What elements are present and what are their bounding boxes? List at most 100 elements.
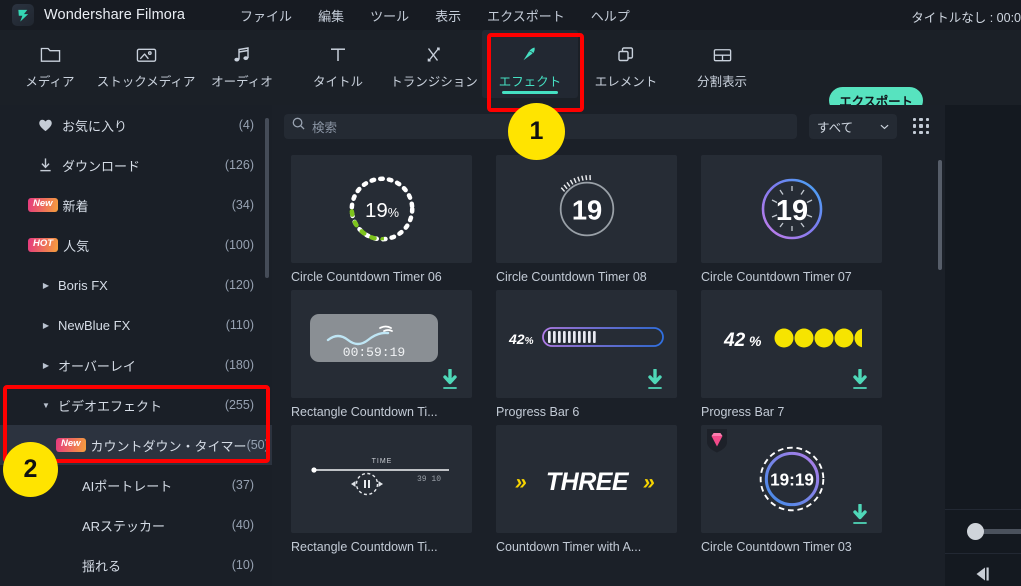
menu-export[interactable]: エクスポート <box>474 3 578 28</box>
effect-thumbnail[interactable]: » THREE » <box>496 425 677 533</box>
filter-dropdown[interactable]: すべて <box>809 113 897 139</box>
zoom-slider[interactable] <box>945 509 1021 553</box>
tab-transition[interactable]: トランジション <box>386 30 482 98</box>
tab-title[interactable]: タイトル <box>290 30 386 98</box>
sidebar-item-label: ビデオエフェクト <box>58 398 163 414</box>
effect-card[interactable]: 42 % Progress Bar 7 <box>701 290 882 419</box>
tab-effects[interactable]: エフェクト <box>482 30 578 98</box>
sidebar-item-label: NewBlue FX <box>58 317 131 333</box>
effect-thumbnail[interactable]: 00:59:19 <box>291 290 472 398</box>
sidebar-item-label: お気に入り <box>62 118 128 134</box>
sidebar-item-label: 新着 <box>62 198 89 214</box>
heart-icon <box>34 118 56 132</box>
sidebar-scrollbar[interactable] <box>265 118 269 278</box>
menu-file[interactable]: ファイル <box>227 3 305 28</box>
brand-name: Wondershare Filmora <box>44 7 186 23</box>
hot-badge: HOT <box>28 238 59 252</box>
effect-card[interactable]: 19 Circle Countdown Timer 07 <box>701 155 882 284</box>
tab-split-screen[interactable]: 分割表示 <box>674 30 770 98</box>
sidebar-item-newblue-fx[interactable]: ▶ NewBlue FX (110) <box>0 305 272 345</box>
sidebar-item-count: (34) <box>231 198 254 212</box>
tab-elements[interactable]: エレメント <box>578 30 674 98</box>
effect-thumbnail[interactable]: 42% <box>496 290 677 398</box>
menu-bar: ファイル 編集 ツール 表示 エクスポート ヘルプ <box>227 3 643 28</box>
search-placeholder: 検索 <box>312 120 338 135</box>
sidebar-item-label: ダウンロード <box>62 158 141 174</box>
elements-layers-icon <box>616 44 636 66</box>
tab-media[interactable]: メディア <box>2 30 98 98</box>
menu-help[interactable]: ヘルプ <box>578 3 643 28</box>
sidebar-item-ar-sticker[interactable]: ARステッカー (40) <box>0 505 272 545</box>
download-arrow-icon[interactable] <box>440 368 460 391</box>
svg-text:39 10: 39 10 <box>417 475 441 484</box>
svg-text:00:59:19: 00:59:19 <box>342 345 404 360</box>
sidebar-item-count: (180) <box>224 358 254 372</box>
effect-card[interactable]: 42% Progress Bar 6 <box>496 290 677 419</box>
tab-stock-media[interactable]: ストックメディア <box>97 30 195 98</box>
effect-card[interactable]: » THREE » Countdown Timer with A... <box>496 425 677 554</box>
effect-name: Circle Countdown Timer 03 <box>701 540 852 554</box>
sidebar-item-video-effects[interactable]: ▼ ビデオエフェクト (255) <box>0 385 272 425</box>
effect-thumbnail[interactable]: 19% <box>291 155 472 263</box>
svg-text:»: » <box>515 471 527 494</box>
effects-category-sidebar[interactable]: ▶ お気に入り (4) ▶ ダウンロード (126) New 新着 (34) H… <box>0 105 272 586</box>
premium-gem-icon <box>706 429 728 453</box>
search-input[interactable]: 検索 <box>284 113 797 139</box>
menu-tools[interactable]: ツール <box>357 3 422 28</box>
sidebar-item-count: (50) <box>246 438 269 452</box>
download-arrow-icon[interactable] <box>850 503 870 526</box>
sidebar-item-shake[interactable]: 揺れる (10) <box>0 545 272 585</box>
main-toolbar: メディア ストックメディア オーディオ タイトル トランジション エフェクト エ… <box>0 30 1021 114</box>
sidebar-item-label: オーバーレイ <box>58 358 136 374</box>
document-title: タイトルなし : 00:0 <box>911 11 1021 25</box>
effect-card[interactable]: 19:19 Circle Countdown Timer 03 <box>701 425 882 554</box>
sidebar-item-countdown-timer[interactable]: New カウントダウン・タイマー (50) <box>0 425 272 465</box>
effect-thumbnail[interactable]: 19 <box>496 155 677 263</box>
tab-elements-label: エレメント <box>594 74 658 89</box>
svg-text:19%: 19% <box>364 199 398 222</box>
effect-thumbnail[interactable]: TIME 39 10 <box>291 425 472 533</box>
effect-thumbnail[interactable]: 42 % <box>701 290 882 398</box>
effects-content-panel: 検索 すべて 19% Circle Countdown Timer 06 19 … <box>272 105 945 586</box>
filter-value: すべて <box>817 120 854 135</box>
effect-card[interactable]: TIME 39 10 Rectangle Countdown Ti... <box>291 425 472 554</box>
sidebar-item-count: (4) <box>238 118 254 132</box>
sidebar-item-overlay[interactable]: ▶ オーバーレイ (180) <box>0 345 272 385</box>
tab-split-screen-label: 分割表示 <box>696 74 747 89</box>
download-arrow-icon[interactable] <box>645 368 665 391</box>
volume-slider-knob[interactable] <box>967 523 984 540</box>
menu-edit[interactable]: 編集 <box>305 3 357 28</box>
effect-thumbnail[interactable]: 19:19 <box>701 425 882 533</box>
download-arrow-icon[interactable] <box>850 368 870 391</box>
tab-media-label: メディア <box>25 74 75 89</box>
effects-grid-scrollbar[interactable] <box>938 160 942 270</box>
split-screen-icon <box>712 44 733 66</box>
sidebar-item-label: ARステッカー <box>82 518 166 534</box>
filmora-window: Wondershare Filmora ファイル 編集 ツール 表示 エクスポー… <box>0 0 1021 586</box>
sidebar-item-boris-fx[interactable]: ▶ Boris FX (120) <box>0 265 272 305</box>
previous-frame-icon[interactable] <box>945 554 1021 586</box>
preview-panel <box>945 105 1021 586</box>
effect-card[interactable]: 00:59:19 Rectangle Countdown Ti... <box>291 290 472 419</box>
effect-thumbnail[interactable]: 19 <box>701 155 882 263</box>
effect-name: Circle Countdown Timer 06 <box>291 270 442 284</box>
filmora-logo-icon <box>12 4 34 26</box>
sidebar-item-popular[interactable]: HOT 人気 (100) <box>0 225 272 265</box>
menu-view[interactable]: 表示 <box>422 3 474 28</box>
sidebar-item-downloads[interactable]: ▶ ダウンロード (126) <box>0 145 272 185</box>
tab-audio-label: オーディオ <box>211 74 273 89</box>
effect-card[interactable]: 19% Circle Countdown Timer 06 <box>291 155 472 284</box>
download-icon <box>34 157 56 173</box>
sidebar-item-count: (100) <box>224 238 254 252</box>
effects-row: 19% Circle Countdown Timer 06 19 Circle … <box>291 155 931 284</box>
effect-card[interactable]: 19 Circle Countdown Timer 08 <box>496 155 677 284</box>
grid-view-icon[interactable] <box>909 114 933 138</box>
sidebar-item-favorites[interactable]: ▶ お気に入り (4) <box>0 105 272 145</box>
tab-audio[interactable]: オーディオ <box>194 30 290 98</box>
sidebar-item-ai-portrait[interactable]: AIポートレート (37) <box>0 465 272 505</box>
tab-title-label: タイトル <box>312 74 363 89</box>
sidebar-item-new[interactable]: New 新着 (34) <box>0 185 272 225</box>
new-badge: New <box>56 438 86 452</box>
chevron-right-icon: ▶ <box>42 320 50 330</box>
sidebar-item-label: AIポートレート <box>82 478 173 494</box>
